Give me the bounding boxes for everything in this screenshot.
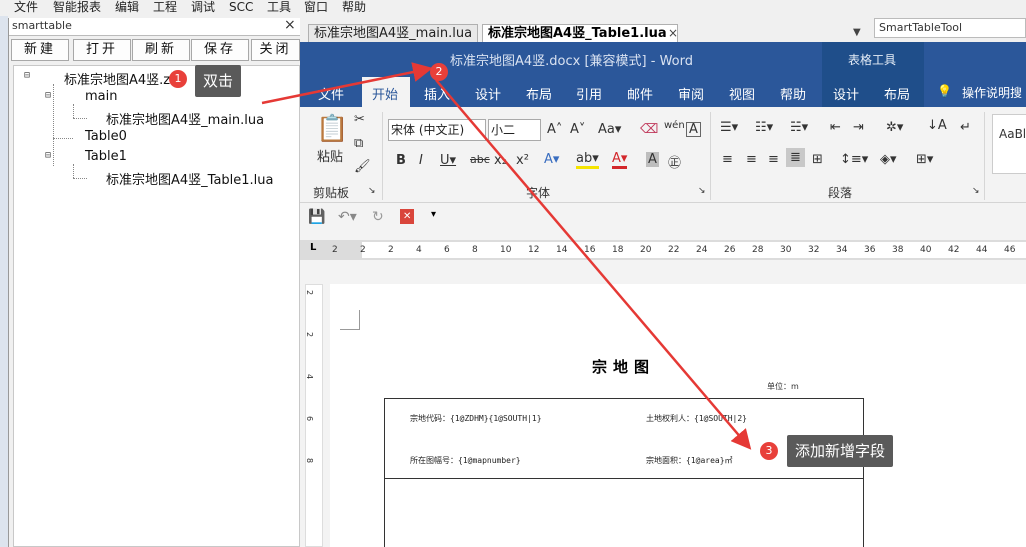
- step-badge-2: 2: [430, 63, 448, 81]
- step-badge-3: 3: [760, 442, 778, 460]
- arrow-1-to-2: [261, 62, 433, 105]
- callout-add-field: 添加新增字段: [787, 435, 894, 467]
- arrow-2-to-3: [435, 79, 752, 450]
- step-badge-1: 1: [169, 70, 187, 88]
- callout-double-click: 双击: [195, 65, 242, 97]
